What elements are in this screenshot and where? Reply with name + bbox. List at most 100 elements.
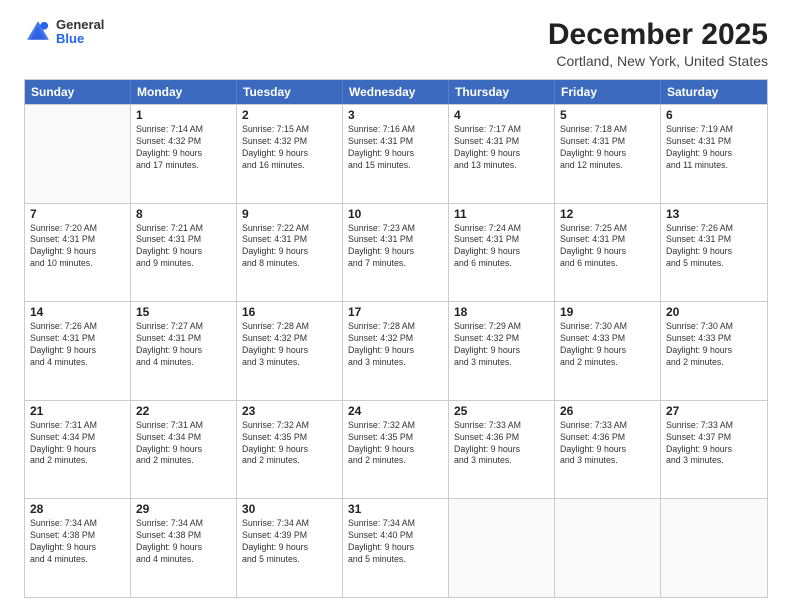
cell-line: Daylight: 9 hours <box>666 148 762 160</box>
cell-line: Sunset: 4:32 PM <box>348 333 443 345</box>
cell-line: Sunrise: 7:29 AM <box>454 321 549 333</box>
cell-line: Daylight: 9 hours <box>136 444 231 456</box>
header-day-monday: Monday <box>131 80 237 104</box>
cell-line: and 2 minutes. <box>348 455 443 467</box>
day-number: 29 <box>136 502 231 516</box>
cell-line: Sunrise: 7:23 AM <box>348 223 443 235</box>
day-number: 5 <box>560 108 655 122</box>
cell-line: Sunset: 4:34 PM <box>30 432 125 444</box>
logo: General Blue <box>24 18 104 47</box>
calendar-cell: 7Sunrise: 7:20 AMSunset: 4:31 PMDaylight… <box>25 204 131 302</box>
day-number: 17 <box>348 305 443 319</box>
calendar-cell: 25 Sunrise: 7:33 AMSunset: 4:36 PMDayligh… <box>449 401 555 499</box>
cell-line: Sunrise: 7:34 AM <box>136 518 231 530</box>
day-number: 18 <box>454 305 549 319</box>
calendar-cell: 8Sunrise: 7:21 AMSunset: 4:31 PMDaylight… <box>131 204 237 302</box>
cell-line: and 3 minutes. <box>454 455 549 467</box>
day-number: 2 <box>242 108 337 122</box>
cell-line: Daylight: 9 hours <box>666 246 762 258</box>
calendar-cell: 11Sunrise: 7:24 AMSunset: 4:31 PMDayligh… <box>449 204 555 302</box>
cell-line: Sunset: 4:33 PM <box>666 333 762 345</box>
cell-line: Sunrise: 7:33 AM <box>454 420 549 432</box>
day-number: 15 <box>136 305 231 319</box>
day-number: 25 <box>454 404 549 418</box>
cell-line: Sunrise: 7:28 AM <box>348 321 443 333</box>
calendar-cell: 15Sunrise: 7:27 AMSunset: 4:31 PMDayligh… <box>131 302 237 400</box>
cell-line: Sunrise: 7:31 AM <box>30 420 125 432</box>
cell-line: Sunrise: 7:27 AM <box>136 321 231 333</box>
cell-line: Sunrise: 7:33 AM <box>560 420 655 432</box>
cell-line: and 17 minutes. <box>136 160 231 172</box>
cell-line: Sunrise: 7:28 AM <box>242 321 337 333</box>
cell-line: Sunrise: 7:14 AM <box>136 124 231 136</box>
day-number: 6 <box>666 108 762 122</box>
cell-line: Daylight: 9 hours <box>560 345 655 357</box>
calendar-cell: 9Sunrise: 7:22 AMSunset: 4:31 PMDaylight… <box>237 204 343 302</box>
calendar-cell: 19Sunrise: 7:30 AMSunset: 4:33 PMDayligh… <box>555 302 661 400</box>
calendar-cell: 21Sunrise: 7:31 AMSunset: 4:34 PMDayligh… <box>25 401 131 499</box>
calendar-cell: 2Sunrise: 7:15 AMSunset: 4:32 PMDaylight… <box>237 105 343 203</box>
cell-line: and 3 minutes. <box>242 357 337 369</box>
cell-line: Daylight: 9 hours <box>242 345 337 357</box>
cell-line: Sunset: 4:36 PM <box>454 432 549 444</box>
day-number: 12 <box>560 207 655 221</box>
cell-line: Sunset: 4:31 PM <box>348 234 443 246</box>
cell-line: Sunset: 4:32 PM <box>242 333 337 345</box>
cell-line: and 3 minutes. <box>560 455 655 467</box>
day-number: 21 <box>30 404 125 418</box>
day-number: 16 <box>242 305 337 319</box>
header-day-tuesday: Tuesday <box>237 80 343 104</box>
cell-line: and 8 minutes. <box>242 258 337 270</box>
calendar-cell: 3Sunrise: 7:16 AMSunset: 4:31 PMDaylight… <box>343 105 449 203</box>
cell-line: Sunrise: 7:30 AM <box>666 321 762 333</box>
cell-line: and 2 minutes. <box>666 357 762 369</box>
cell-line: and 2 minutes. <box>136 455 231 467</box>
cell-line: Sunset: 4:31 PM <box>560 234 655 246</box>
calendar-cell <box>661 499 767 597</box>
day-number: 13 <box>666 207 762 221</box>
calendar-cell: 1Sunrise: 7:14 AMSunset: 4:32 PMDaylight… <box>131 105 237 203</box>
cell-line: Daylight: 9 hours <box>454 444 549 456</box>
cell-line: Sunrise: 7:16 AM <box>348 124 443 136</box>
cell-line: Daylight: 9 hours <box>30 345 125 357</box>
cell-line: Sunrise: 7:19 AM <box>666 124 762 136</box>
header-day-saturday: Saturday <box>661 80 767 104</box>
cell-line: Sunrise: 7:21 AM <box>136 223 231 235</box>
cell-line: Sunrise: 7:24 AM <box>454 223 549 235</box>
calendar-cell: 12Sunrise: 7:25 AMSunset: 4:31 PMDayligh… <box>555 204 661 302</box>
cell-line: Sunset: 4:31 PM <box>348 136 443 148</box>
cell-line: Sunset: 4:38 PM <box>136 530 231 542</box>
cell-line: Sunset: 4:36 PM <box>560 432 655 444</box>
cell-line: Daylight: 9 hours <box>136 148 231 160</box>
calendar-body: 1Sunrise: 7:14 AMSunset: 4:32 PMDaylight… <box>25 104 767 597</box>
cell-line: Daylight: 9 hours <box>242 542 337 554</box>
cell-line: and 3 minutes. <box>454 357 549 369</box>
cell-line: Sunset: 4:31 PM <box>242 234 337 246</box>
logo-blue: Blue <box>56 32 104 46</box>
cell-line: Sunrise: 7:22 AM <box>242 223 337 235</box>
cell-line: Sunset: 4:32 PM <box>454 333 549 345</box>
cell-line: Daylight: 9 hours <box>348 345 443 357</box>
cell-line: and 15 minutes. <box>348 160 443 172</box>
cell-line: Daylight: 9 hours <box>242 444 337 456</box>
calendar-cell: 16 Sunrise: 7:28 AMSunset: 4:32 PMDayligh… <box>237 302 343 400</box>
day-number: 19 <box>560 305 655 319</box>
calendar-row-3: 14Sunrise: 7:26 AMSunset: 4:31 PMDayligh… <box>25 301 767 400</box>
cell-line: Sunrise: 7:26 AM <box>30 321 125 333</box>
day-number: 27 <box>666 404 762 418</box>
calendar-cell: 22Sunrise: 7:31 AMSunset: 4:34 PMDayligh… <box>131 401 237 499</box>
cell-line: Sunrise: 7:32 AM <box>242 420 337 432</box>
cell-line: Sunset: 4:31 PM <box>454 234 549 246</box>
cell-line: Sunrise: 7:32 AM <box>348 420 443 432</box>
calendar-cell <box>449 499 555 597</box>
cell-line: Sunrise: 7:25 AM <box>560 223 655 235</box>
day-number: 7 <box>30 207 125 221</box>
cell-line: and 2 minutes. <box>242 455 337 467</box>
cell-line: Sunset: 4:31 PM <box>30 234 125 246</box>
calendar-cell: 31Sunrise: 7:34 AMSunset: 4:40 PMDayligh… <box>343 499 449 597</box>
month-title: December 2025 <box>548 18 768 51</box>
day-number: 8 <box>136 207 231 221</box>
calendar-cell <box>555 499 661 597</box>
cell-line: Sunrise: 7:30 AM <box>560 321 655 333</box>
logo-icon <box>24 18 52 46</box>
